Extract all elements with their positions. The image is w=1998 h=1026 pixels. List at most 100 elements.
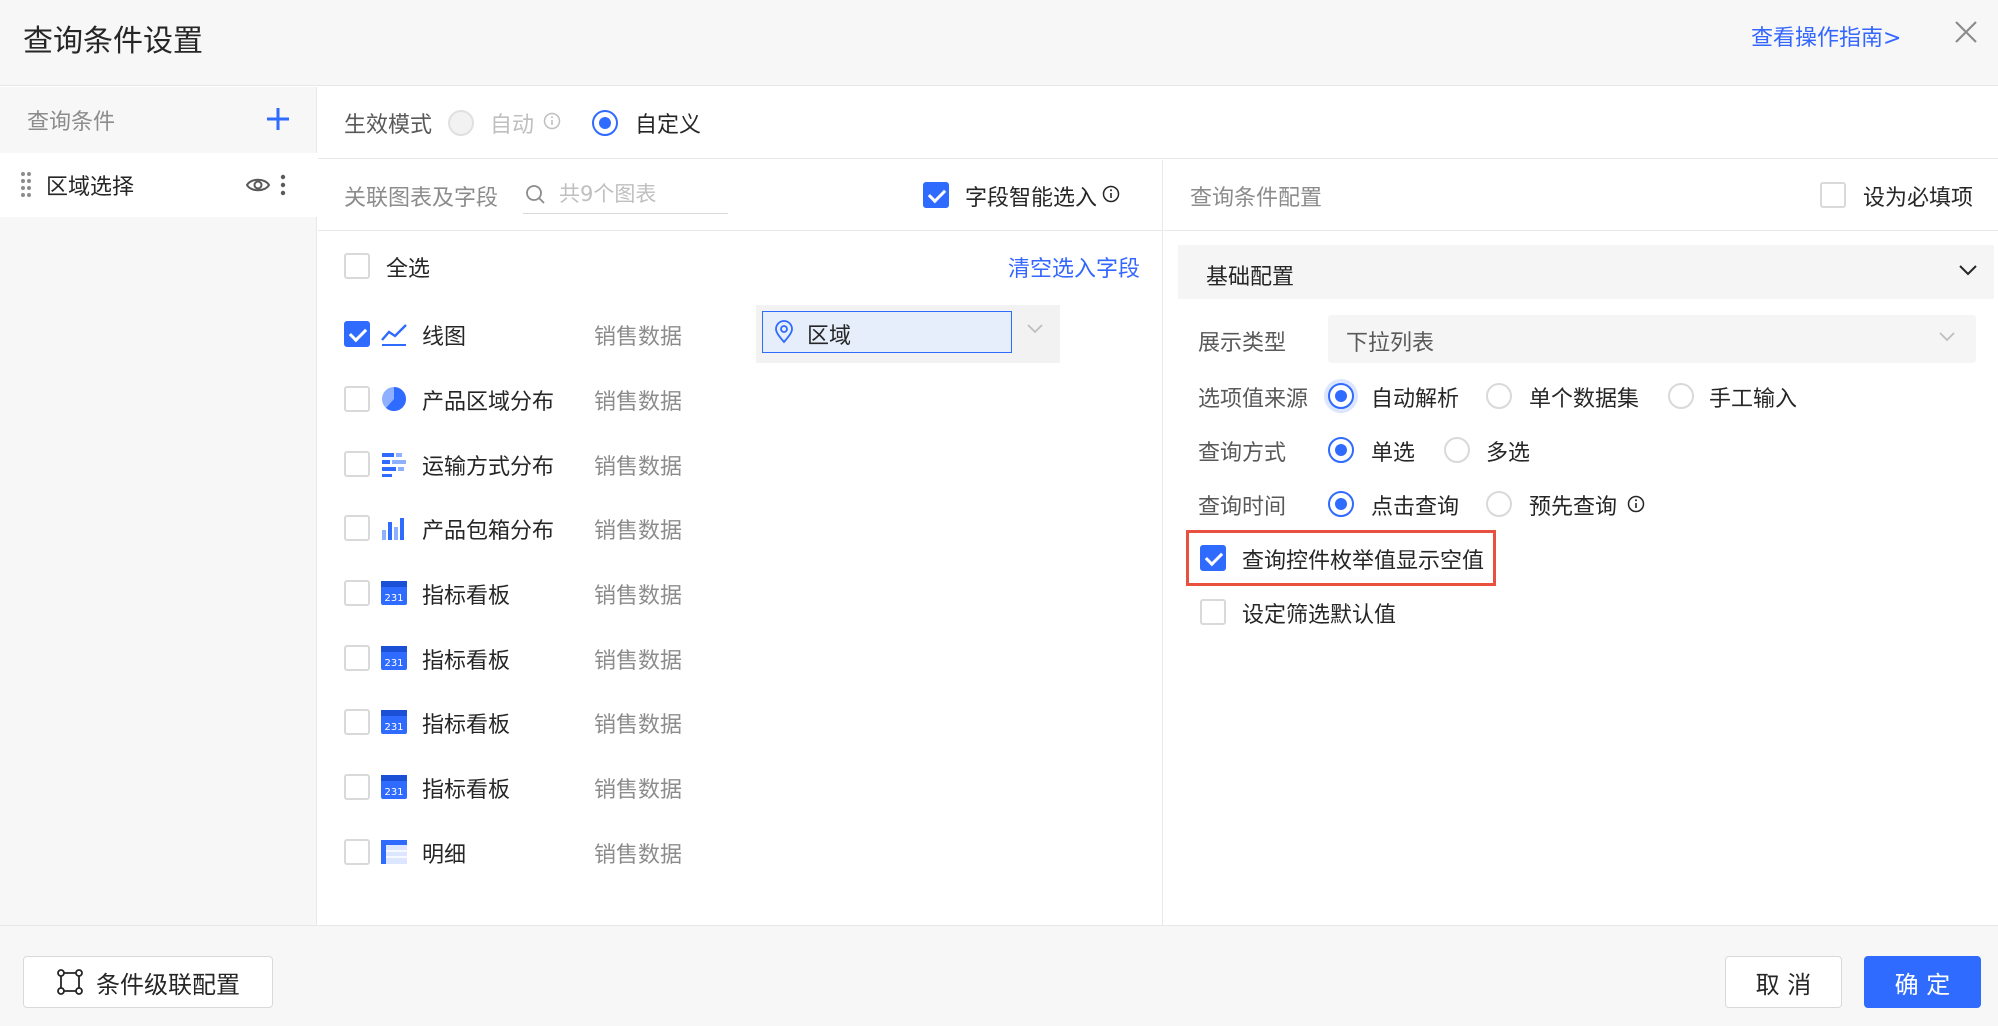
chart-name: 产品包箱分布 — [422, 519, 555, 544]
chart-row-checkbox[interactable] — [344, 386, 370, 412]
pie-chart-icon — [382, 387, 407, 412]
search-input[interactable]: 共9个图表 — [559, 178, 656, 208]
field-select-value: 区域 — [807, 324, 852, 349]
option-source-manual-radio[interactable] — [1668, 383, 1694, 409]
option-source-manual-label: 手工输入 — [1709, 387, 1798, 412]
kpi-board-icon: 231 — [381, 775, 407, 799]
close-icon[interactable] — [1950, 16, 1982, 48]
info-icon — [1627, 495, 1645, 513]
chart-source: 销售数据 — [594, 519, 683, 544]
display-type-select[interactable]: 下拉列表 — [1328, 315, 1976, 363]
eye-icon[interactable] — [245, 173, 271, 197]
chart-source: 销售数据 — [594, 325, 683, 350]
chart-row: 231 指标看板 销售数据 — [318, 697, 1163, 747]
chart-source: 销售数据 — [594, 390, 683, 415]
effect-mode-row: 生效模式 自动 自定义 — [318, 87, 1998, 159]
chevron-down-icon[interactable] — [1026, 323, 1044, 335]
query-time-preload-radio[interactable] — [1486, 491, 1512, 517]
horizontal-bar-icon — [382, 453, 406, 477]
chart-name: 指标看板 — [422, 713, 511, 738]
chart-row-checkbox[interactable] — [344, 709, 370, 735]
option-source-label: 选项值来源 — [1198, 387, 1309, 412]
plus-icon[interactable] — [264, 105, 292, 133]
mode-custom-radio[interactable] — [592, 110, 618, 136]
smart-select-label: 字段智能选入 — [965, 186, 1098, 211]
chart-name: 指标看板 — [422, 649, 511, 674]
query-time-click-label: 点击查询 — [1371, 495, 1460, 520]
confirm-button[interactable]: 确 定 — [1864, 956, 1981, 1008]
default-filter-checkbox[interactable] — [1200, 599, 1226, 625]
sidebar-item-region[interactable]: 区域选择 — [0, 153, 317, 217]
condition-config-header: 查询条件配置 设为必填项 — [1164, 160, 1998, 231]
dialog-title: 查询条件设置 — [23, 24, 203, 59]
chevron-down-icon[interactable] — [1958, 263, 1978, 277]
chart-source: 销售数据 — [594, 584, 683, 609]
cascade-config-label: 条件级联配置 — [96, 970, 240, 999]
dialog-header: 查询条件设置 查看操作指南> — [0, 0, 1998, 86]
chart-source: 销售数据 — [594, 649, 683, 674]
clear-fields-link[interactable]: 清空选入字段 — [1008, 251, 1140, 283]
display-type-label: 展示类型 — [1198, 331, 1287, 356]
svg-text:231: 231 — [384, 658, 403, 669]
condition-config-label: 查询条件配置 — [1190, 186, 1323, 211]
option-source-dataset-radio[interactable] — [1486, 383, 1512, 409]
select-all-label: 全选 — [386, 257, 431, 282]
required-checkbox[interactable] — [1820, 182, 1846, 208]
line-chart-icon — [381, 324, 407, 346]
chart-name: 运输方式分布 — [422, 455, 555, 480]
field-select-value-box[interactable]: 区域 — [762, 311, 1012, 353]
chart-row: 231 指标看板 销售数据 — [318, 568, 1163, 618]
more-icon[interactable] — [278, 173, 288, 197]
bar-chart-icon — [382, 518, 404, 540]
basic-config-section[interactable]: 基础配置 — [1178, 245, 1994, 299]
query-time-label: 查询时间 — [1198, 495, 1287, 520]
cascade-config-button[interactable]: 条件级联配置 — [23, 956, 273, 1008]
chart-search[interactable]: 共9个图表 — [523, 176, 728, 214]
mode-custom-label: 自定义 — [635, 113, 702, 138]
query-mode-multi-label: 多选 — [1486, 441, 1531, 466]
chart-row-checkbox[interactable] — [344, 451, 370, 477]
chart-row-checkbox[interactable] — [344, 774, 370, 800]
kpi-board-icon: 231 — [381, 646, 407, 670]
chart-name: 产品区域分布 — [422, 390, 555, 415]
chart-row-checkbox[interactable] — [344, 645, 370, 671]
option-source-auto-radio[interactable] — [1328, 383, 1354, 409]
linked-charts-list: 全选 清空选入字段 线图 销售数据 区域 产品区域分布 销售数据 运输方式分布 … — [318, 231, 1163, 925]
chart-name: 指标看板 — [422, 584, 511, 609]
chart-row: 231 指标看板 销售数据 — [318, 633, 1163, 683]
cascade-icon — [57, 969, 83, 995]
drag-handle-icon[interactable] — [20, 171, 32, 197]
chart-row-checkbox[interactable] — [344, 515, 370, 541]
svg-text:231: 231 — [384, 722, 403, 733]
cancel-button[interactable]: 取 消 — [1725, 956, 1842, 1008]
mode-auto-label: 自动 — [490, 113, 535, 138]
guide-link[interactable]: 查看操作指南> — [1751, 20, 1901, 52]
field-select[interactable]: 区域 — [756, 305, 1060, 363]
linked-charts-header: 关联图表及字段 共9个图表 字段智能选入 — [318, 160, 1163, 231]
svg-text:231: 231 — [384, 593, 403, 604]
select-all-checkbox[interactable] — [344, 253, 370, 279]
chart-source: 销售数据 — [594, 778, 683, 803]
query-time-click-radio[interactable] — [1328, 491, 1354, 517]
query-time-preload-label: 预先查询 — [1529, 495, 1618, 520]
required-label: 设为必填项 — [1863, 186, 1974, 211]
smart-select-checkbox[interactable] — [923, 182, 949, 208]
chart-row: 231 指标看板 销售数据 — [318, 762, 1163, 812]
chart-source: 销售数据 — [594, 455, 683, 480]
chart-row-checkbox[interactable] — [344, 839, 370, 865]
chart-row-checkbox[interactable] — [344, 321, 370, 347]
info-icon — [1102, 185, 1120, 203]
chart-row: 运输方式分布 销售数据 — [318, 439, 1163, 489]
query-mode-single-radio[interactable] — [1328, 437, 1354, 463]
show-empty-checkbox[interactable] — [1200, 545, 1226, 571]
default-filter-label: 设定筛选默认值 — [1242, 603, 1397, 628]
sidebar-title: 查询条件 — [27, 110, 116, 135]
kpi-board-icon: 231 — [381, 581, 407, 605]
effect-mode-label: 生效模式 — [344, 113, 433, 138]
query-mode-multi-radio[interactable] — [1444, 437, 1470, 463]
option-source-auto-label: 自动解析 — [1371, 387, 1460, 412]
display-type-value: 下拉列表 — [1346, 331, 1435, 356]
chart-row-checkbox[interactable] — [344, 580, 370, 606]
option-source-dataset-label: 单个数据集 — [1529, 387, 1640, 412]
sidebar-item-label: 区域选择 — [46, 175, 135, 200]
